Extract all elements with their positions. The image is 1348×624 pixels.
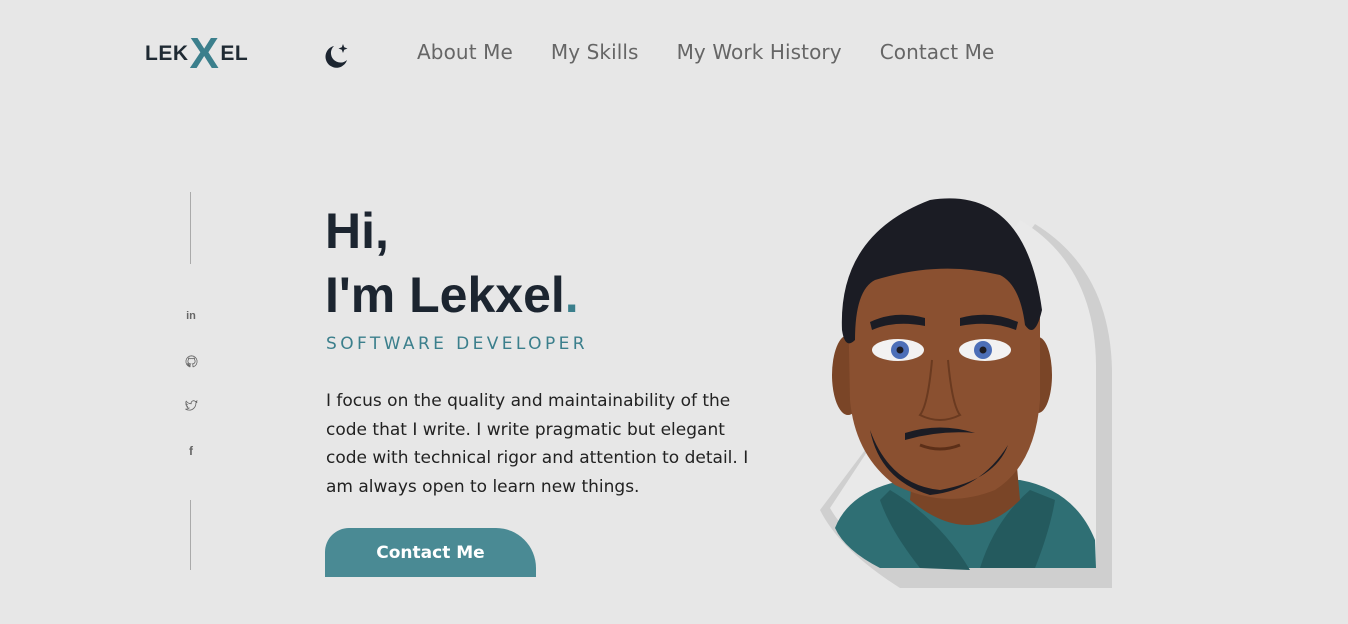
twitter-icon[interactable] (181, 396, 201, 416)
hero-greeting: Hi, I'm Lekxel. (325, 199, 579, 327)
nav-contact-me[interactable]: Contact Me (880, 40, 995, 64)
greeting-dot: . (564, 267, 579, 323)
role-subtitle: SOFTWARE DEVELOPER (326, 334, 588, 354)
social-divider-top (190, 192, 191, 264)
moon-stars-icon[interactable] (320, 40, 352, 72)
greeting-line-1: Hi, (325, 203, 389, 259)
avatar-illustration (820, 190, 1120, 590)
greeting-line-2: I'm Lekxel (325, 267, 565, 323)
bio-paragraph: I focus on the quality and maintainabili… (326, 391, 749, 498)
logo-text-right: EL (220, 42, 249, 65)
social-divider-bottom (190, 500, 191, 570)
nav-my-skills[interactable]: My Skills (551, 40, 639, 64)
facebook-icon[interactable]: f (181, 441, 201, 461)
github-icon[interactable] (181, 351, 201, 371)
logo-text-left: LEK (145, 42, 189, 65)
linkedin-icon[interactable]: in (181, 306, 201, 326)
main-nav: About Me My Skills My Work History Conta… (417, 40, 994, 64)
nav-my-work-history[interactable]: My Work History (677, 40, 842, 64)
logo-x: X (189, 29, 220, 78)
logo[interactable]: LEK X EL (145, 29, 249, 78)
nav-about-me[interactable]: About Me (417, 40, 513, 64)
contact-me-button[interactable]: Contact Me (325, 528, 536, 577)
